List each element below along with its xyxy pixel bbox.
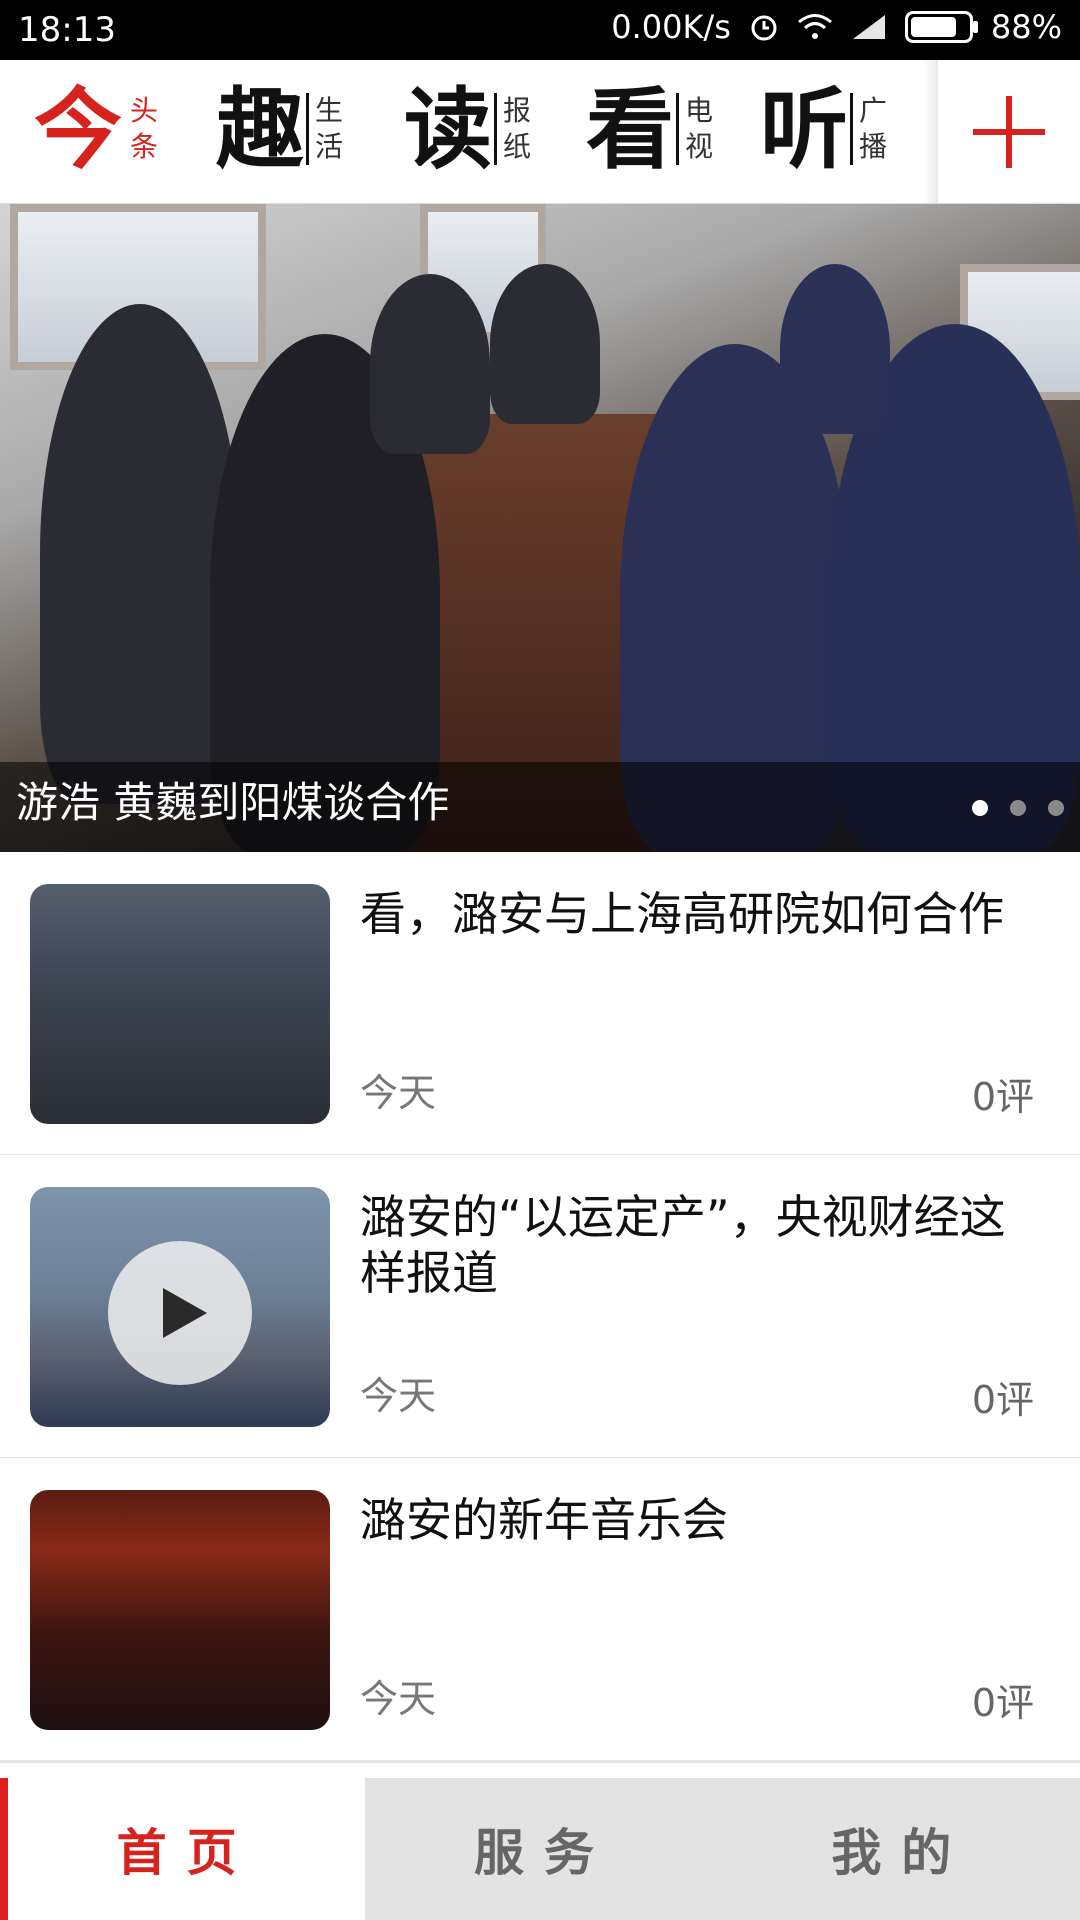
news-item[interactable]: 潞安的“以运定产”，央视财经这样报道 今天 0评: [0, 1155, 1080, 1460]
add-channel-button[interactable]: [938, 60, 1080, 203]
tab-services[interactable]: 服务: [365, 1778, 722, 1920]
news-comment-count: 0评: [971, 1378, 1034, 1422]
tab-mine[interactable]: 我的: [723, 1778, 1080, 1920]
news-item[interactable]: 看，潞安与上海高研院如何合作 今天 0评: [0, 852, 1080, 1157]
carousel-dot-1[interactable]: [972, 800, 988, 816]
nav-big-char: 听: [760, 77, 848, 181]
news-date: 今天: [360, 1677, 437, 1721]
news-comment-count: 0评: [971, 1075, 1034, 1119]
wifi-icon: [797, 13, 833, 41]
carousel-dot-3[interactable]: [1048, 800, 1064, 816]
nav-small-char: 头: [130, 94, 159, 127]
nav-item-life[interactable]: 趣 生 活: [216, 84, 343, 174]
nav-small-char: 播: [859, 130, 888, 163]
news-comment-count: 0评: [971, 1681, 1034, 1725]
carousel-indicator: [972, 800, 1064, 816]
nav-item-tv[interactable]: 看 电 视: [586, 84, 713, 174]
battery-icon: [904, 11, 978, 43]
news-title: 潞安的“以运定产”，央视财经这样报道: [360, 1190, 1006, 1300]
nav-small-char: 广: [859, 94, 888, 127]
news-date: 今天: [360, 1374, 437, 1418]
hero-carousel[interactable]: 游浩 黄巍到阳煤谈合作: [0, 204, 1080, 852]
news-thumbnail: [30, 884, 330, 1124]
nav-small-label: 报 纸: [494, 93, 531, 165]
news-title: 潞安的新年音乐会: [360, 1493, 728, 1547]
nav-scroll-shadow: [925, 60, 939, 203]
battery-percent: 88%: [990, 8, 1062, 46]
news-thumbnail: [30, 1490, 330, 1730]
nav-small-label: 电 视: [676, 93, 713, 165]
nav-item-radio[interactable]: 听 广 播: [760, 84, 887, 174]
nav-small-char: 电: [685, 94, 714, 127]
nav-small-label: 广 播: [850, 93, 887, 165]
carousel-dot-2[interactable]: [1010, 800, 1026, 816]
nav-small-char: 条: [130, 130, 159, 163]
alarm-icon: [749, 12, 779, 42]
hero-image: [0, 204, 1080, 852]
nav-big-char: 今: [34, 77, 122, 181]
hero-caption: 游浩 黄巍到阳煤谈合作: [16, 778, 450, 827]
news-title: 看，潞安与上海高研院如何合作: [360, 887, 1004, 941]
nav-item-newspaper[interactable]: 读 报 纸: [404, 84, 531, 174]
plus-icon: [973, 95, 1045, 168]
nav-big-char: 看: [586, 77, 674, 181]
status-bar: 18:13 0.00K/s 88%: [0, 0, 1080, 60]
signal-icon: [851, 13, 887, 41]
nav-small-char: 报: [503, 94, 532, 127]
nav-big-char: 趣: [216, 77, 304, 181]
nav-small-char: 生: [315, 94, 344, 127]
nav-small-char: 活: [315, 130, 344, 163]
nav-small-label: 头 条: [124, 93, 158, 165]
nav-big-char: 读: [404, 77, 492, 181]
play-icon[interactable]: [108, 1241, 252, 1385]
news-item[interactable]: 潞安的新年音乐会 今天 0评: [0, 1458, 1080, 1763]
status-time: 18:13: [18, 10, 116, 50]
news-thumbnail: [30, 1187, 330, 1427]
nav-small-char: 视: [685, 130, 714, 163]
news-date: 今天: [360, 1071, 437, 1115]
bottom-tab-bar: 首页 服务 我的: [0, 1778, 1080, 1920]
nav-item-headlines[interactable]: 今 头 条: [34, 84, 158, 174]
tab-home[interactable]: 首页: [0, 1778, 366, 1920]
nav-small-label: 生 活: [306, 93, 343, 165]
nav-small-char: 纸: [503, 130, 532, 163]
top-nav: 今 头 条 趣 生 活 读 报 纸 看 电 视 听 广 播: [0, 60, 1080, 204]
network-speed: 0.00K/s: [611, 8, 731, 46]
